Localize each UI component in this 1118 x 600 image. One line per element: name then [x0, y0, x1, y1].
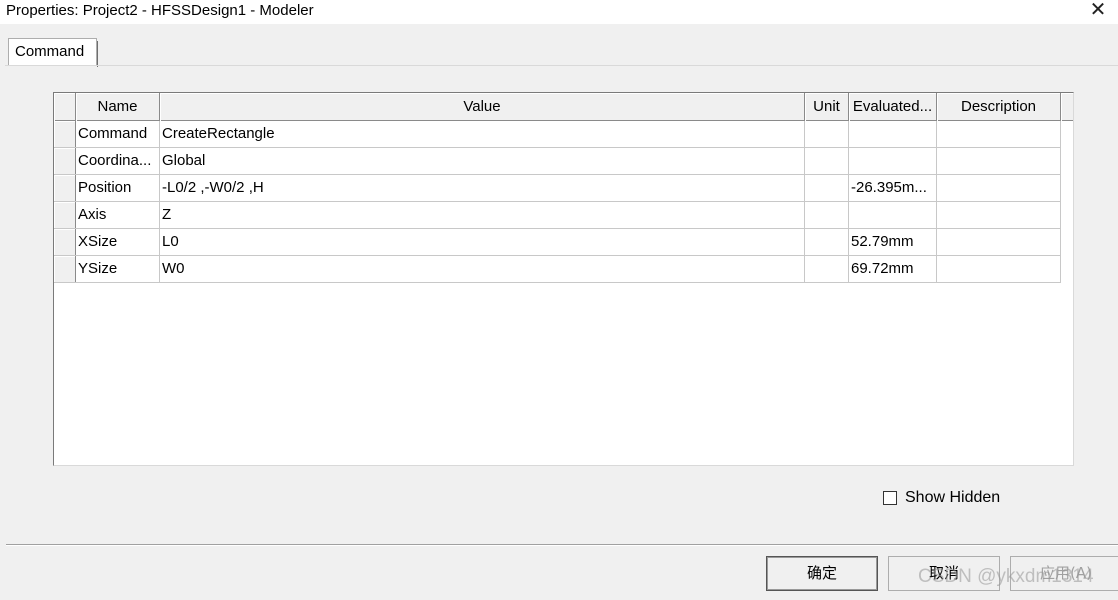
row-header[interactable]	[54, 202, 76, 228]
cancel-button[interactable]: 取消	[888, 556, 1000, 591]
cell-unit[interactable]	[805, 175, 849, 201]
cell-evaluated[interactable]: 69.72mm	[849, 256, 937, 282]
cell-unit[interactable]	[805, 256, 849, 282]
table-row[interactable]: Coordina... Global	[54, 148, 1061, 175]
row-header[interactable]	[54, 121, 76, 147]
cell-name[interactable]: Command	[76, 121, 160, 147]
cell-unit[interactable]	[805, 148, 849, 174]
cell-evaluated[interactable]	[849, 202, 937, 228]
column-header-description[interactable]: Description	[937, 93, 1061, 121]
table-row[interactable]: YSize W0 69.72mm	[54, 256, 1061, 283]
cell-description[interactable]	[937, 121, 1061, 147]
cell-value[interactable]: L0	[160, 229, 805, 255]
row-header[interactable]	[54, 256, 76, 282]
show-hidden-toggle[interactable]: Show Hidden	[883, 489, 1000, 507]
grid-rows: Command CreateRectangle Coordina... Glob…	[54, 121, 1061, 283]
table-row[interactable]: Axis Z	[54, 202, 1061, 229]
cell-description[interactable]	[937, 256, 1061, 282]
footer-divider	[6, 544, 1118, 546]
column-header-value[interactable]: Value	[160, 93, 805, 121]
row-header[interactable]	[54, 148, 76, 174]
cell-value[interactable]: -L0/2 ,-W0/2 ,H	[160, 175, 805, 201]
tab-command[interactable]: Command	[8, 38, 98, 67]
cell-value[interactable]: CreateRectangle	[160, 121, 805, 147]
cell-name[interactable]: Axis	[76, 202, 160, 228]
cell-evaluated[interactable]	[849, 121, 937, 147]
cell-unit[interactable]	[805, 121, 849, 147]
table-row[interactable]: Command CreateRectangle	[54, 121, 1061, 148]
grid-header: Name Value Unit Evaluated... Description	[54, 93, 1073, 121]
ok-button[interactable]: 确定	[766, 556, 878, 591]
apply-button[interactable]: 应用(A)	[1010, 556, 1118, 591]
table-row[interactable]: XSize L0 52.79mm	[54, 229, 1061, 256]
column-header-evaluated[interactable]: Evaluated...	[849, 93, 937, 121]
row-header[interactable]	[54, 175, 76, 201]
show-hidden-label: Show Hidden	[905, 489, 1001, 506]
cell-name[interactable]: Position	[76, 175, 160, 201]
properties-dialog: Properties: Project2 - HFSSDesign1 - Mod…	[0, 0, 1118, 600]
column-header-filler	[1061, 93, 1073, 121]
cell-description[interactable]	[937, 229, 1061, 255]
cell-name[interactable]: YSize	[76, 256, 160, 282]
cell-evaluated[interactable]: 52.79mm	[849, 229, 937, 255]
cell-unit[interactable]	[805, 229, 849, 255]
row-header[interactable]	[54, 229, 76, 255]
column-header-unit[interactable]: Unit	[805, 93, 849, 121]
cell-name[interactable]: Coordina...	[76, 148, 160, 174]
cell-unit[interactable]	[805, 202, 849, 228]
cell-description[interactable]	[937, 202, 1061, 228]
cell-value[interactable]: Global	[160, 148, 805, 174]
window-title: Properties: Project2 - HFSSDesign1 - Mod…	[6, 2, 314, 19]
properties-grid: Name Value Unit Evaluated... Description…	[53, 92, 1074, 466]
cell-evaluated[interactable]	[849, 148, 937, 174]
cell-description[interactable]	[937, 148, 1061, 174]
show-hidden-checkbox[interactable]	[883, 491, 897, 505]
column-header-name[interactable]: Name	[76, 93, 160, 121]
cell-value[interactable]: W0	[160, 256, 805, 282]
cell-description[interactable]	[937, 175, 1061, 201]
cell-evaluated[interactable]: -26.395m...	[849, 175, 937, 201]
cell-value[interactable]: Z	[160, 202, 805, 228]
title-bar: Properties: Project2 - HFSSDesign1 - Mod…	[0, 0, 1118, 24]
grid-corner[interactable]	[54, 93, 76, 121]
table-row[interactable]: Position -L0/2 ,-W0/2 ,H -26.395m...	[54, 175, 1061, 202]
cell-name[interactable]: XSize	[76, 229, 160, 255]
close-button[interactable]: ✕	[1078, 0, 1118, 22]
